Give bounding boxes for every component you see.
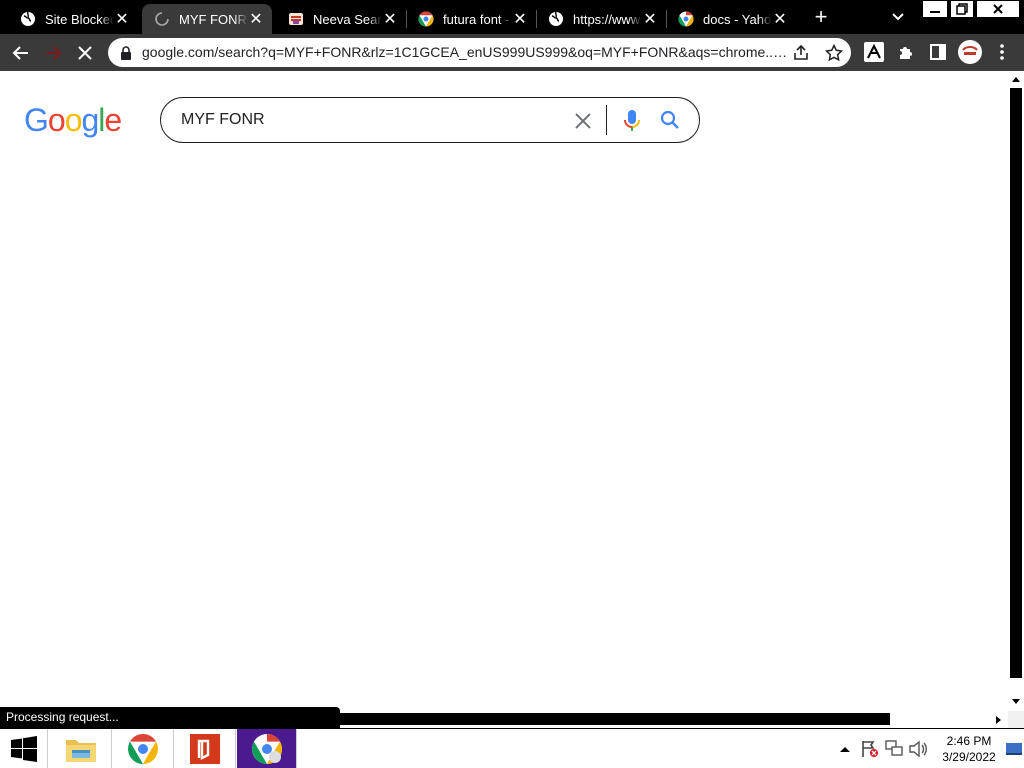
logo-letter: o (47, 102, 66, 138)
search-input[interactable]: MYF FONR (181, 111, 265, 129)
clock-time: 2:46 PM (946, 734, 992, 748)
tab-title: futura font - Google Search (443, 11, 512, 27)
tab-neeva[interactable]: Neeva Search ✕ (276, 4, 406, 34)
tray-chevron-up-icon[interactable] (838, 743, 852, 755)
scroll-down-arrow-icon[interactable] (1012, 699, 1020, 705)
windows-taskbar: 2:46 PM 3/29/2022 (0, 728, 1024, 768)
acrobat-icon[interactable] (174, 729, 236, 768)
status-bubble: Processing request... (0, 707, 340, 728)
search-submit-icon[interactable] (659, 109, 681, 131)
network-icon[interactable] (884, 739, 904, 759)
menu-kebab-icon[interactable] (994, 42, 1010, 62)
back-button[interactable] (10, 42, 32, 64)
tab-title: docs - Yahoo Search (703, 11, 772, 27)
tab-title: Neeva Search (313, 11, 382, 27)
horizontal-scroll-thumb[interactable] (338, 713, 890, 725)
globe-icon (548, 11, 564, 27)
tab-title: Site Blocked (45, 11, 114, 27)
new-tab-button[interactable]: + (810, 6, 832, 28)
show-desktop-icon[interactable] (1005, 741, 1023, 757)
windows-start-icon[interactable] (0, 729, 48, 768)
tab-title: https://www.google.com (573, 11, 642, 27)
logo-letter: e (104, 102, 122, 138)
side-panel-icon[interactable] (928, 42, 948, 62)
voice-search-mic-icon[interactable] (621, 109, 643, 133)
page-viewport: Google MYF FONR (0, 71, 1008, 711)
tab-site-blocked[interactable]: Site Blocked ✕ (8, 4, 138, 34)
minimize-button[interactable] (922, 0, 948, 18)
logo-letter: G (24, 102, 49, 138)
extensions-puzzle-icon[interactable] (896, 42, 916, 62)
lock-icon[interactable] (119, 45, 133, 61)
share-icon[interactable] (792, 44, 810, 62)
chrome-icon (418, 11, 434, 27)
clock-date: 3/29/2022 (942, 750, 996, 764)
tab-google-url[interactable]: https://www.google.com ✕ (536, 4, 666, 34)
close-icon[interactable]: ✕ (642, 11, 658, 28)
clear-search-icon[interactable] (572, 110, 594, 132)
tab-docs-yahoo[interactable]: docs - Yahoo Search ✕ (666, 4, 796, 34)
close-window-button[interactable] (976, 0, 1020, 18)
tab-strip: Site Blocked ✕ MYF FONR - Google Search … (0, 0, 1024, 34)
search-divider (606, 105, 607, 135)
restore-button[interactable] (950, 0, 974, 18)
scroll-right-arrow-icon[interactable] (996, 716, 1002, 724)
close-icon[interactable]: ✕ (114, 11, 130, 28)
chrome-icon (678, 11, 694, 27)
search-box[interactable]: MYF FONR (160, 97, 700, 143)
volume-icon[interactable] (908, 739, 928, 759)
screen: Site Blocked ✕ MYF FONR - Google Search … (0, 0, 1024, 768)
close-icon[interactable]: ✕ (512, 11, 528, 28)
system-clock[interactable]: 2:46 PM 3/29/2022 (936, 733, 1002, 765)
chrome-active-icon[interactable] (237, 729, 297, 768)
scrollbar-corner (1008, 711, 1024, 728)
globe-icon (20, 11, 36, 27)
vertical-scroll-thumb[interactable] (1010, 88, 1022, 678)
action-center-flag-icon[interactable] (860, 739, 880, 759)
stop-loading-button[interactable] (74, 42, 96, 64)
loading-spinner-icon (154, 11, 170, 27)
neeva-icon (288, 11, 304, 27)
browser-toolbar: google.com/search?q=MYF+FONR&rlz=1C1GCEA… (0, 34, 1024, 71)
tab-myf-fonr[interactable]: MYF FONR - Google Search ✕ (142, 4, 272, 34)
google-logo[interactable]: Google (24, 102, 122, 139)
scroll-up-arrow-icon[interactable] (1012, 76, 1020, 82)
tab-futura[interactable]: futura font - Google Search ✕ (406, 4, 536, 34)
profile-avatar[interactable] (958, 40, 982, 64)
bookmark-star-icon[interactable] (824, 43, 844, 63)
close-icon[interactable]: ✕ (382, 11, 398, 28)
acrobat-extension-icon[interactable] (864, 42, 884, 62)
tab-search-chevron-icon[interactable] (889, 8, 907, 26)
forward-button[interactable] (42, 42, 64, 64)
logo-letter: g (81, 102, 99, 138)
close-icon[interactable]: ✕ (772, 11, 788, 28)
url-text: google.com/search?q=MYF+FONR&rlz=1C1GCEA… (142, 44, 790, 60)
tab-title: MYF FONR - Google Search (179, 11, 248, 27)
address-bar[interactable]: google.com/search?q=MYF+FONR&rlz=1C1GCEA… (108, 38, 851, 67)
chrome-icon[interactable] (112, 729, 174, 768)
file-explorer-icon[interactable] (50, 729, 112, 768)
logo-letter: o (64, 102, 83, 138)
close-icon[interactable]: ✕ (248, 11, 264, 28)
